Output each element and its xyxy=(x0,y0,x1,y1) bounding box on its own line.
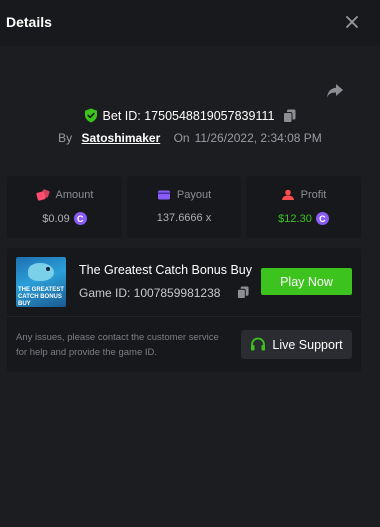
live-support-button[interactable]: Live Support xyxy=(241,330,352,359)
copy-icon[interactable] xyxy=(283,109,296,123)
bet-id-row: Bet ID: 1750548819057839111 xyxy=(0,108,380,126)
profit-icon xyxy=(281,189,294,200)
game-card: THE GREATEST CATCH BONUS BUY The Greates… xyxy=(7,248,361,372)
bet-meta-row: By Satoshimaker On 11/26/2022, 2:34:08 PM xyxy=(0,131,380,145)
by-label: By xyxy=(58,131,73,145)
stat-card-profit: Profit $12.30 C xyxy=(246,176,361,238)
wallet-icon xyxy=(157,190,170,200)
username-link[interactable]: Satoshimaker xyxy=(82,131,161,145)
coin-icon: C xyxy=(73,212,87,225)
stat-card-payout: Payout 137.6666 x xyxy=(127,176,241,238)
support-notice: Any issues, please contact the customer … xyxy=(16,332,219,358)
profit-value: $12.30 xyxy=(278,212,312,225)
bet-date: 11/26/2022, 2:34:08 PM xyxy=(194,131,322,145)
fish-icon xyxy=(28,263,54,281)
verified-shield-icon xyxy=(84,108,97,123)
game-id: Game ID: 1007859981238 xyxy=(79,286,221,300)
coin-icon: C xyxy=(315,212,329,225)
modal-title: Details xyxy=(6,14,52,30)
dice-icon xyxy=(35,189,50,201)
amount-label: Amount xyxy=(55,189,94,201)
share-icon[interactable] xyxy=(325,82,345,100)
bet-id: Bet ID: 1750548819057839111 xyxy=(102,108,275,123)
stat-card-amount: Amount $0.09 C xyxy=(7,176,122,238)
game-thumbnail[interactable]: THE GREATEST CATCH BONUS BUY xyxy=(16,257,66,307)
on-label: On xyxy=(173,131,190,145)
payout-label: Payout xyxy=(176,189,212,201)
copy-icon[interactable] xyxy=(237,286,249,299)
play-now-button[interactable]: Play Now xyxy=(261,268,352,295)
payout-value: 137.6666 x xyxy=(156,212,212,224)
game-title[interactable]: The Greatest Catch Bonus Buy xyxy=(79,263,252,277)
live-support-label: Live Support xyxy=(272,337,343,352)
amount-value: $0.09 xyxy=(42,212,70,225)
divider xyxy=(7,316,361,317)
headset-icon xyxy=(251,337,266,351)
modal-header: Details xyxy=(0,0,380,46)
close-icon[interactable] xyxy=(344,14,360,30)
profit-label: Profit xyxy=(300,189,327,201)
thumbnail-caption: THE GREATEST CATCH BONUS BUY xyxy=(18,287,64,307)
